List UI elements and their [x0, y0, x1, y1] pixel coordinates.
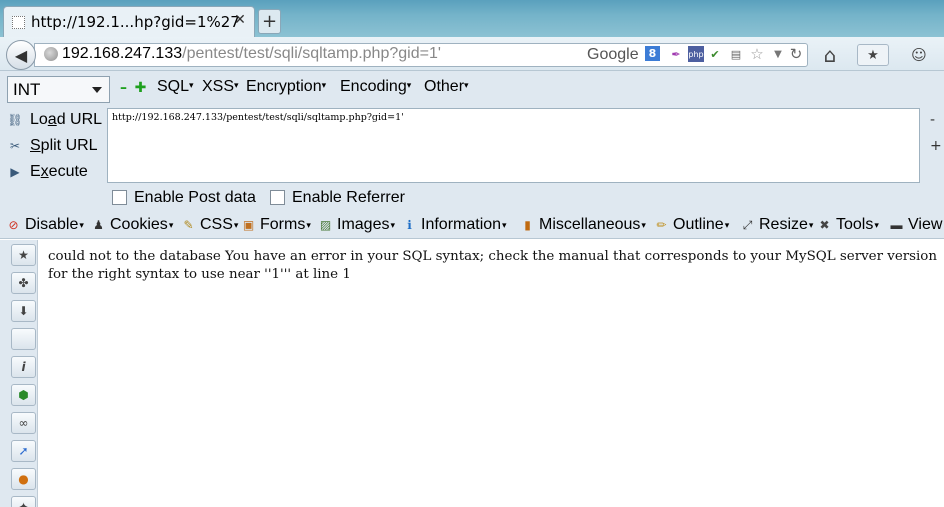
wd-forms[interactable]: ▣ Forms ▾	[241, 216, 311, 234]
bookmark-star-icon[interactable]: ☆	[749, 45, 765, 63]
play-icon: ▶	[10, 165, 20, 179]
wd-cookies[interactable]: ♟ Cookies ▾	[91, 216, 173, 234]
cookies-icon: ♟	[93, 218, 104, 232]
resize-icon: ⤢	[742, 217, 753, 232]
expand-button[interactable]: +	[930, 138, 942, 154]
active-tab[interactable]: http://192.1...hp?gid=1%27	[3, 6, 255, 37]
increase-icon[interactable]: ✚	[135, 80, 147, 96]
cursor-icon[interactable]: ➚	[11, 440, 36, 462]
tab-title: http://192.1...hp?gid=1%27	[31, 13, 240, 31]
url-path: /pentest/test/sqli/sqltamp.php?gid=1'	[182, 45, 441, 62]
bookmark-add-icon[interactable]: ★	[11, 244, 36, 266]
menu-encoding[interactable]: Encoding▾	[340, 78, 411, 96]
persona-icon[interactable]: ☺	[903, 44, 935, 66]
shrink-button[interactable]: -	[930, 112, 935, 128]
wd-tools[interactable]: ✖ Tools ▾	[817, 216, 878, 234]
wd-view[interactable]: ▬ View	[889, 216, 943, 234]
type-select[interactable]: INT	[7, 76, 110, 103]
blank-icon[interactable]	[11, 328, 36, 350]
menu-xss[interactable]: XSS▾	[202, 78, 239, 96]
type-select-value: INT	[13, 79, 41, 99]
back-button[interactable]: ◀	[6, 40, 36, 70]
execute-button[interactable]: ▶ Ex ecute	[7, 161, 87, 183]
scissors-icon: ✂	[9, 139, 21, 153]
download-icon[interactable]: ⬇	[11, 300, 36, 322]
forms-icon: ▣	[242, 218, 255, 232]
url-textarea[interactable]: http://192.168.247.133/pentest/test/sqli…	[107, 108, 920, 183]
link-icon[interactable]: ∞	[11, 412, 36, 434]
chevron-down-icon	[92, 87, 102, 93]
lock-icon[interactable]: ●	[11, 468, 36, 490]
info-icon[interactable]: i	[11, 356, 36, 378]
information-icon: ℹ	[407, 218, 412, 232]
wd-resize[interactable]: ⤢ Resize ▾	[740, 216, 814, 234]
wd-css[interactable]: ✎ CSS ▾	[181, 216, 238, 234]
enable-post-label[interactable]: Enable Post data	[134, 189, 256, 207]
view-icon: ▬	[890, 218, 903, 232]
bookmarks-icon[interactable]: ★	[857, 44, 889, 66]
tab-close-icon[interactable]: ✕	[229, 10, 251, 30]
tools-icon: ✖	[819, 218, 830, 232]
error-message: could not to the database You have an er…	[48, 249, 937, 282]
miscellaneous-icon: ▮	[524, 218, 531, 232]
menu-other[interactable]: Other▾	[424, 78, 469, 96]
enable-post-checkbox[interactable]	[112, 190, 127, 205]
search-engine-badge[interactable]: 8	[645, 46, 660, 61]
load-url-button[interactable]: ⛓ Lo a d URL	[7, 109, 102, 131]
hex-icon[interactable]: ⬢	[11, 384, 36, 406]
menu-encryption[interactable]: Encryption▾	[246, 78, 326, 96]
wd-images[interactable]: ▨ Images ▾	[318, 216, 395, 234]
images-icon: ▨	[319, 218, 332, 232]
search-engine-label[interactable]: Google	[587, 46, 639, 64]
wd-disable[interactable]: ⊘ Disable ▾	[6, 216, 83, 234]
wd-information[interactable]: ℹ Information ▾	[402, 216, 506, 234]
php-icon[interactable]: php	[688, 46, 704, 62]
dropdown-arrow-icon[interactable]: ▼	[770, 46, 786, 62]
url-text[interactable]: 192.168.247.133/pentest/test/sqli/sqltam…	[62, 45, 441, 63]
decrease-icon[interactable]: –	[119, 80, 128, 96]
server-icon[interactable]: ▤	[728, 46, 744, 62]
home-icon[interactable]: ⌂	[820, 43, 840, 67]
wd-miscellaneous[interactable]: ▮ Miscellaneous ▾	[520, 216, 646, 234]
css-icon: ✎	[183, 218, 194, 232]
enable-referrer-label[interactable]: Enable Referrer	[292, 189, 405, 207]
reload-icon[interactable]: ↻	[788, 45, 804, 63]
url-host: 192.168.247.133	[62, 45, 183, 62]
outline-icon: ✏	[656, 218, 667, 232]
enable-referrer-checkbox[interactable]	[270, 190, 285, 205]
page-icon	[12, 15, 25, 29]
validator-icon[interactable]: ✔	[707, 46, 723, 62]
disable-icon: ⊘	[8, 218, 19, 232]
site-identity-icon[interactable]	[44, 47, 58, 61]
more-icon[interactable]: ✦	[11, 496, 36, 507]
wd-outline[interactable]: ✏ Outline ▾	[654, 216, 729, 234]
new-tab-button[interactable]: +	[258, 9, 281, 34]
feather-icon[interactable]: ✒	[668, 46, 684, 62]
load-url-icon: ⛓	[7, 113, 23, 127]
puzzle-icon[interactable]: ✤	[11, 272, 36, 294]
menu-sql[interactable]: SQL▾	[157, 78, 194, 96]
split-url-button[interactable]: ✂ Split URL	[7, 135, 98, 157]
